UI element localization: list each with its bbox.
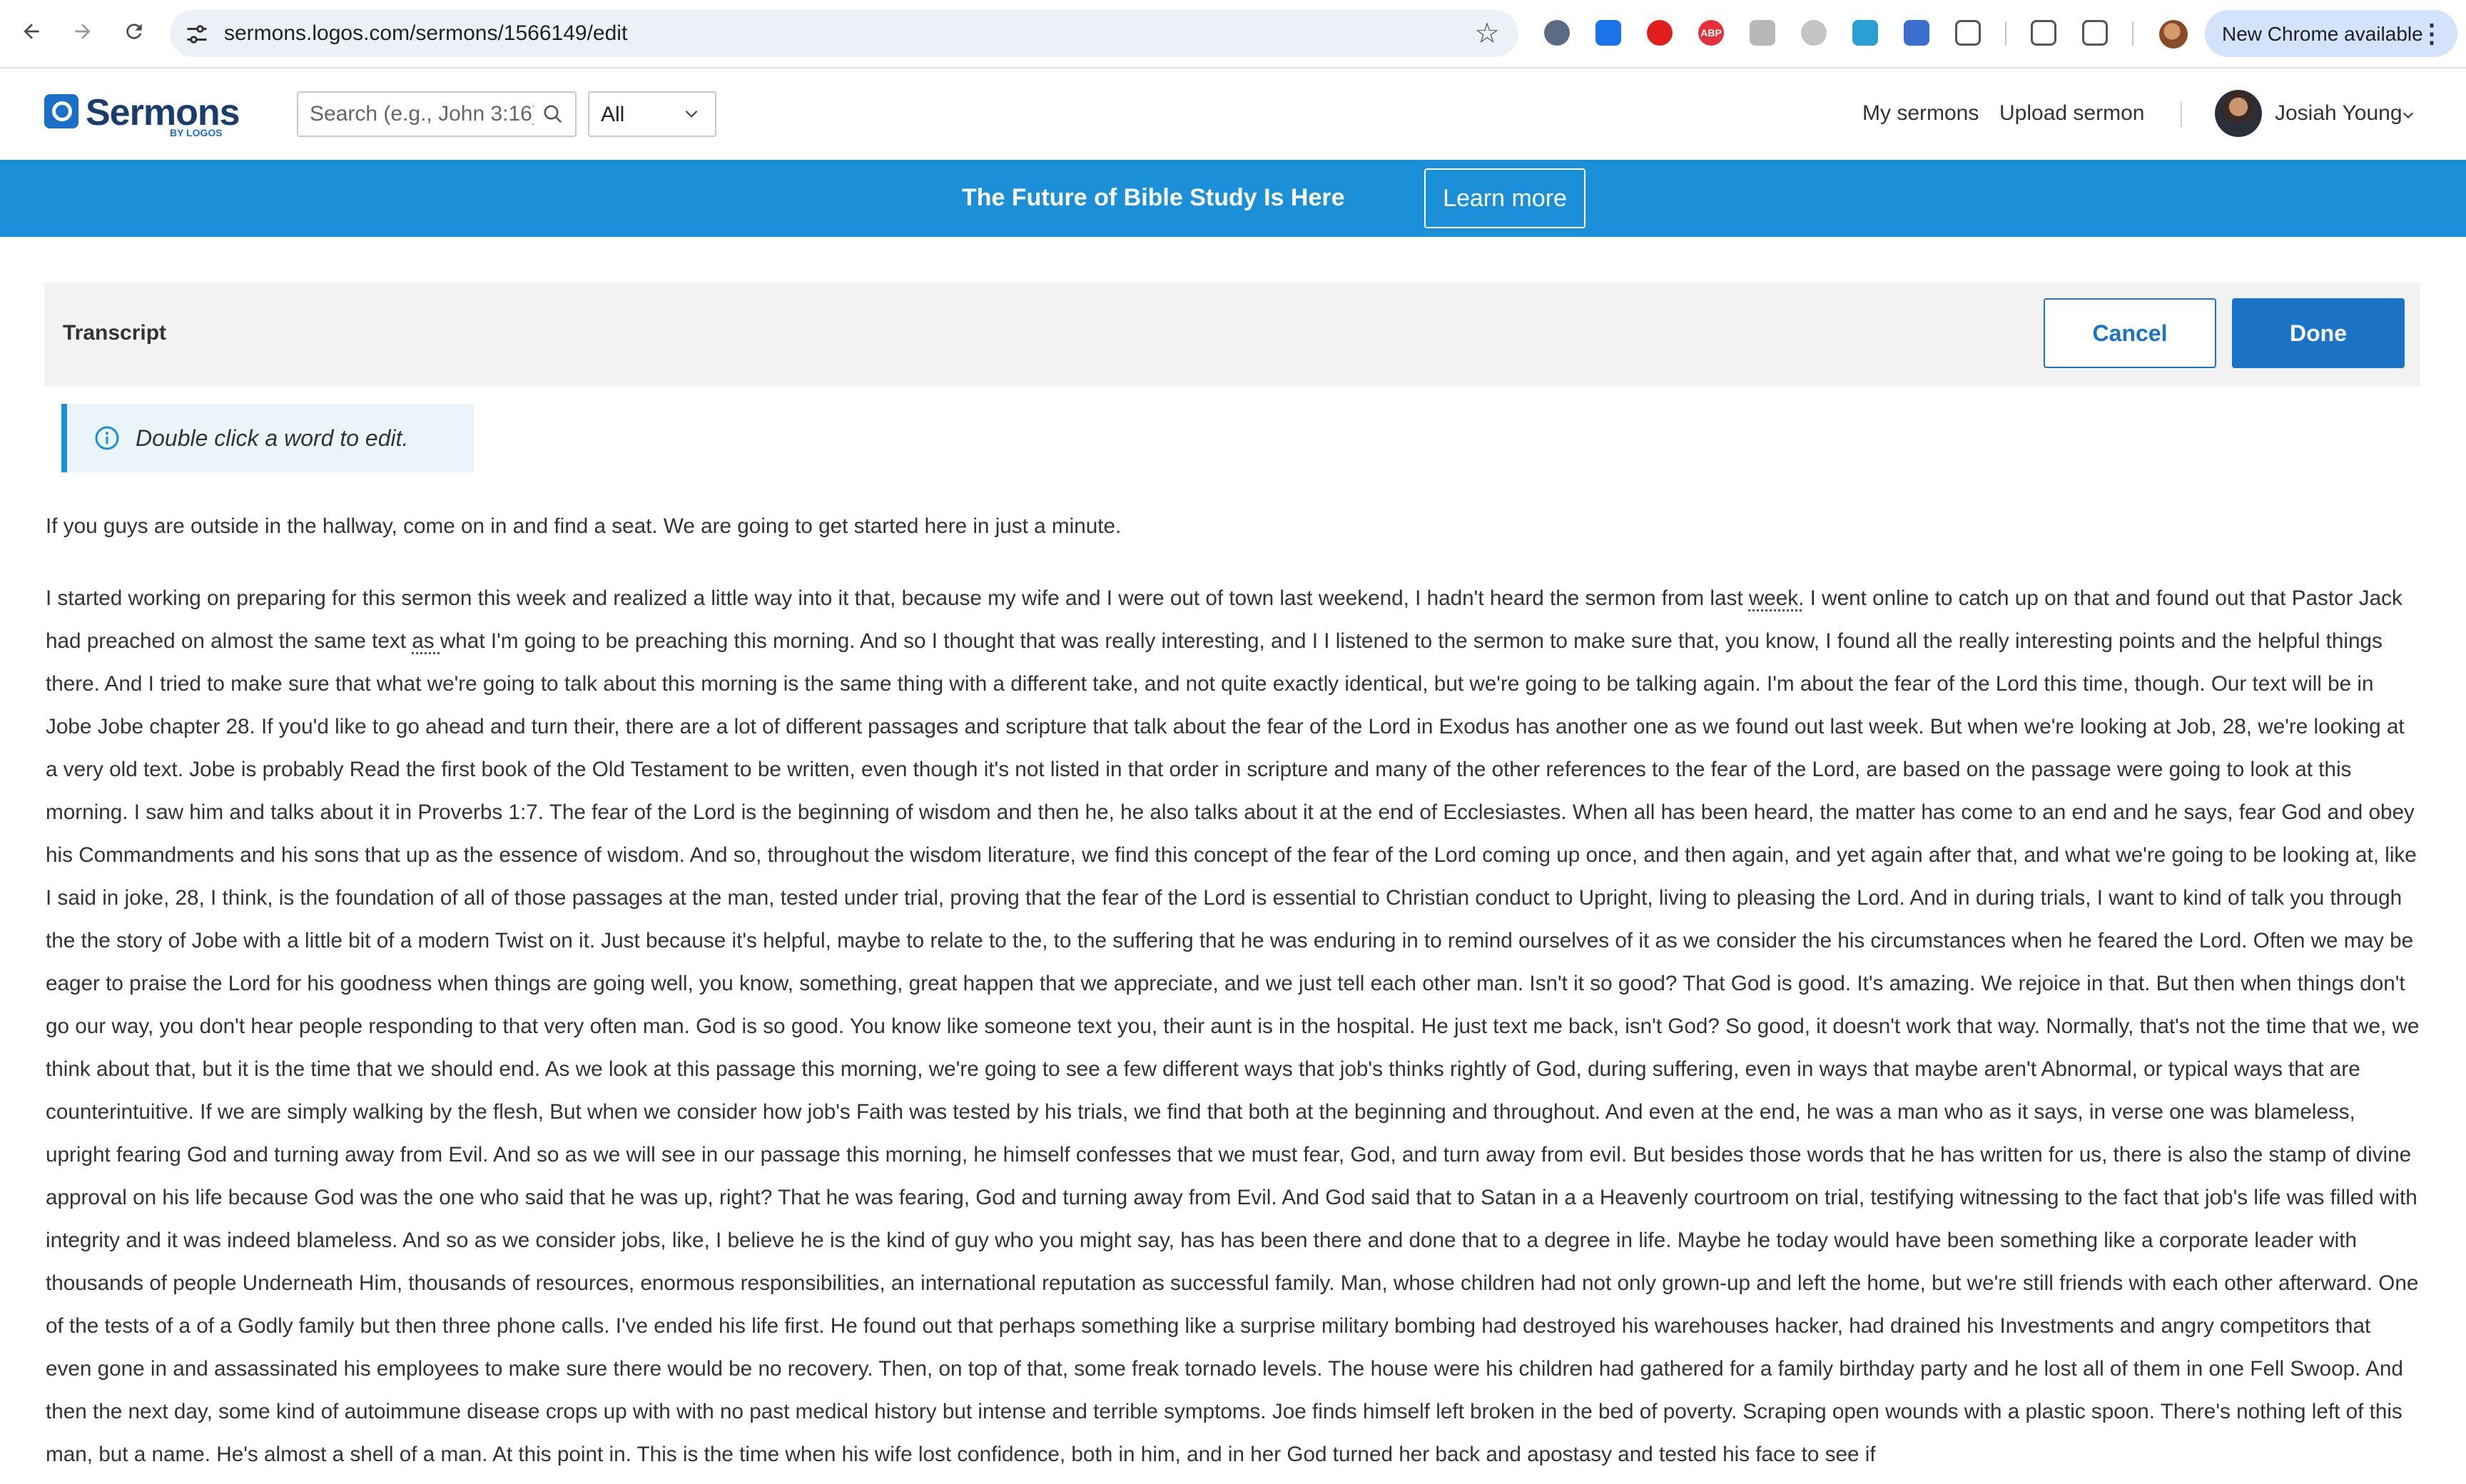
cancel-button[interactable]: Cancel (2044, 298, 2216, 368)
banner-text: The Future of Bible Study Is Here (962, 184, 1345, 211)
scope-selected-value: All (601, 103, 625, 126)
upload-sermon-link[interactable]: Upload sermon (1999, 101, 2144, 126)
update-label: New Chrome available (2222, 23, 2423, 45)
transcript-title: Transcript (63, 321, 167, 345)
search-field[interactable] (297, 91, 577, 137)
done-button[interactable]: Done (2232, 298, 2405, 368)
reload-icon[interactable] (117, 14, 151, 49)
transcript-paragraph[interactable]: I started working on preparing for this … (46, 577, 2422, 1476)
extension-doc-icon[interactable] (1750, 20, 1775, 46)
logo-icon (44, 94, 78, 128)
learn-more-button[interactable]: Learn more (1424, 168, 1585, 228)
avatar[interactable] (2215, 90, 2262, 137)
edited-word[interactable]: week. (1749, 586, 1805, 610)
transcript-toolbar: Transcript Cancel Done (44, 283, 2420, 387)
promo-banner: The Future of Bible Study Is Here Learn … (0, 160, 2466, 237)
user-name[interactable]: Josiah Young (2275, 101, 2402, 126)
logo-subtext: BY LOGOS (170, 127, 223, 138)
toolbar-divider (2005, 21, 2006, 46)
address-bar[interactable]: sermons.logos.com/sermons/1566149/edit ☆ (170, 10, 1518, 57)
search-icon[interactable] (542, 103, 564, 125)
browser-toolbar: sermons.logos.com/sermons/1566149/edit ☆… (0, 0, 2466, 68)
url-text[interactable]: sermons.logos.com/sermons/1566149/edit (224, 21, 627, 46)
chrome-update-button[interactable]: New Chrome available ⋮ (2205, 10, 2457, 57)
extension-gray-icon[interactable] (1801, 20, 1827, 46)
toolbar-divider (2132, 21, 2133, 46)
transcript-text[interactable]: what I'm going to be preaching this morn… (46, 629, 2419, 1466)
transcript-text[interactable]: I started working on preparing for this … (46, 586, 1749, 610)
site-settings-icon[interactable] (184, 21, 210, 47)
transcript-body: If you guys are outside in the hallway, … (46, 505, 2422, 1484)
my-sermons-link[interactable]: My sermons (1862, 101, 1979, 126)
site-header: Sermons BY LOGOS All My sermons Upload s… (0, 70, 2466, 160)
search-input[interactable] (298, 93, 534, 136)
scope-select[interactable]: All (588, 91, 716, 137)
reading-list-icon[interactable] (2031, 20, 2056, 46)
extension-1-icon[interactable] (1544, 20, 1570, 46)
header-divider (2181, 101, 2182, 127)
info-icon (95, 426, 119, 450)
forward-arrow-icon[interactable] (66, 14, 100, 49)
tab-search-icon[interactable] (2082, 20, 2108, 46)
kebab-menu-icon[interactable]: ⋮ (2419, 19, 2445, 49)
extension-red-icon[interactable] (1647, 20, 1673, 46)
extensions-icon[interactable] (1955, 20, 1981, 46)
chevron-down-icon (685, 110, 698, 118)
transcript-paragraph[interactable]: If you guys are outside in the hallway, … (46, 505, 2422, 548)
adblock-icon[interactable]: ABP (1698, 20, 1724, 46)
profile-avatar[interactable] (2159, 20, 2188, 49)
edit-hint: Double click a word to edit. (61, 404, 474, 472)
back-arrow-icon[interactable] (14, 14, 49, 49)
edited-word[interactable]: as (412, 629, 440, 653)
bookmark-star-icon[interactable]: ☆ (1474, 17, 1500, 50)
extension-chart-icon[interactable] (1904, 20, 1929, 46)
hint-text: Double click a word to edit. (136, 425, 409, 451)
extension-printer-icon[interactable] (1852, 20, 1878, 46)
extension-tag-icon[interactable] (1595, 20, 1621, 46)
chevron-down-icon[interactable] (2400, 107, 2416, 123)
